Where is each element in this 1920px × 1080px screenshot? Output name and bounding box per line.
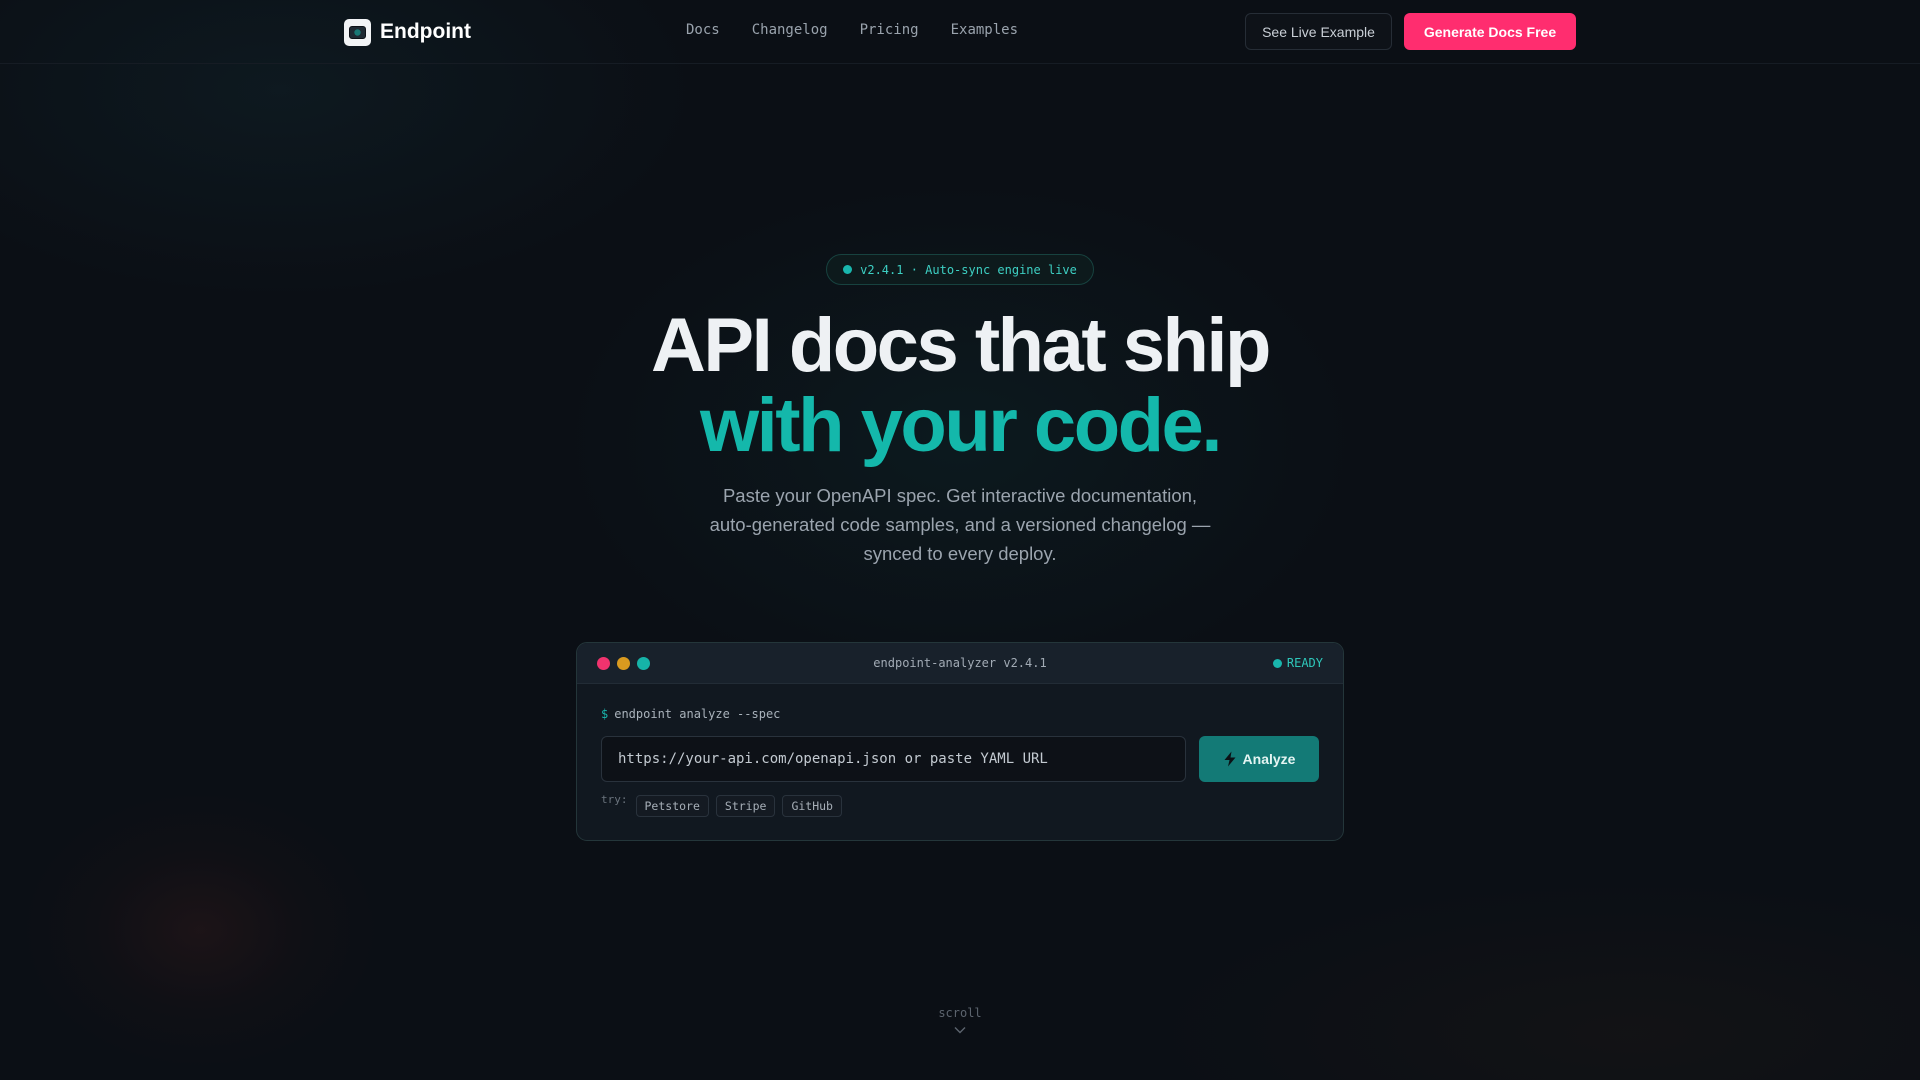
example-chip-petstore[interactable]: Petstore [635, 795, 709, 817]
terminal-status: READY [1272, 656, 1323, 670]
nav-link-examples[interactable]: Examples [951, 22, 1018, 38]
top-navigation: Endpoint Docs Changelog Pricing Examples… [0, 0, 1920, 64]
prompt-symbol: $ [601, 707, 609, 721]
hero-subtitle: Paste your OpenAPI spec. Get interactive… [709, 485, 1211, 564]
endpoint-logo-icon [344, 18, 371, 46]
chevron-down-icon [954, 1027, 966, 1034]
generate-docs-button[interactable]: Generate Docs Free [1404, 13, 1576, 50]
ready-status-dot [1272, 658, 1282, 668]
ready-status-text: READY [1286, 656, 1323, 670]
nav-links: Docs Changelog Pricing Examples [686, 22, 1050, 38]
background-glow-bottom-left [20, 790, 380, 1070]
brand[interactable]: Endpoint [344, 18, 471, 46]
terminal-title: endpoint-analyzer v2.4.1 [873, 656, 1047, 670]
see-live-example-button[interactable]: See Live Example [1245, 13, 1392, 50]
spec-url-input[interactable]: https://your-api.com/openapi.json or pas… [601, 736, 1186, 782]
spec-url-placeholder: https://your-api.com/openapi.json or pas… [618, 751, 1048, 767]
hero-headline: API docs that ship with your code. [560, 306, 1360, 466]
version-badge: v2.4.1 · Auto-sync engine live [826, 254, 1094, 285]
example-chip-github[interactable]: GitHub [782, 795, 842, 817]
nav-link-changelog[interactable]: Changelog [752, 22, 828, 38]
brand-name: Endpoint [380, 20, 471, 43]
background-glow-bottom-right [1150, 880, 1920, 1080]
lightning-bolt-icon [1224, 751, 1236, 767]
try-label: try: [601, 793, 628, 806]
nav-link-pricing[interactable]: Pricing [860, 22, 919, 38]
live-status-dot [843, 265, 853, 274]
analyze-button-label: Analyze [1242, 751, 1296, 767]
terminal-title-bar: endpoint-analyzer v2.4.1 READY [577, 643, 1343, 684]
version-badge-text: v2.4.1 · Auto-sync engine live [860, 262, 1077, 277]
example-specs: try: Petstore Stripe GitHub [601, 793, 842, 817]
headline-line-1: API docs that ship [651, 303, 1271, 388]
command-prompt: $ endpoint analyze --spec [601, 707, 780, 721]
headline-line-2: with your code. [700, 383, 1222, 468]
terminal-body: $ endpoint analyze --spec https://your-ap… [577, 684, 1343, 840]
scroll-label: scroll [938, 1006, 982, 1020]
analyzer-terminal: endpoint-analyzer v2.4.1 READY $ endpoint… [576, 642, 1344, 841]
example-chip-stripe[interactable]: Stripe [715, 795, 776, 817]
analyze-button[interactable]: Analyze [1199, 736, 1319, 782]
command-text: endpoint analyze --spec [614, 707, 781, 721]
scroll-hint[interactable]: scroll [910, 1006, 1010, 1034]
nav-link-docs[interactable]: Docs [686, 22, 720, 38]
